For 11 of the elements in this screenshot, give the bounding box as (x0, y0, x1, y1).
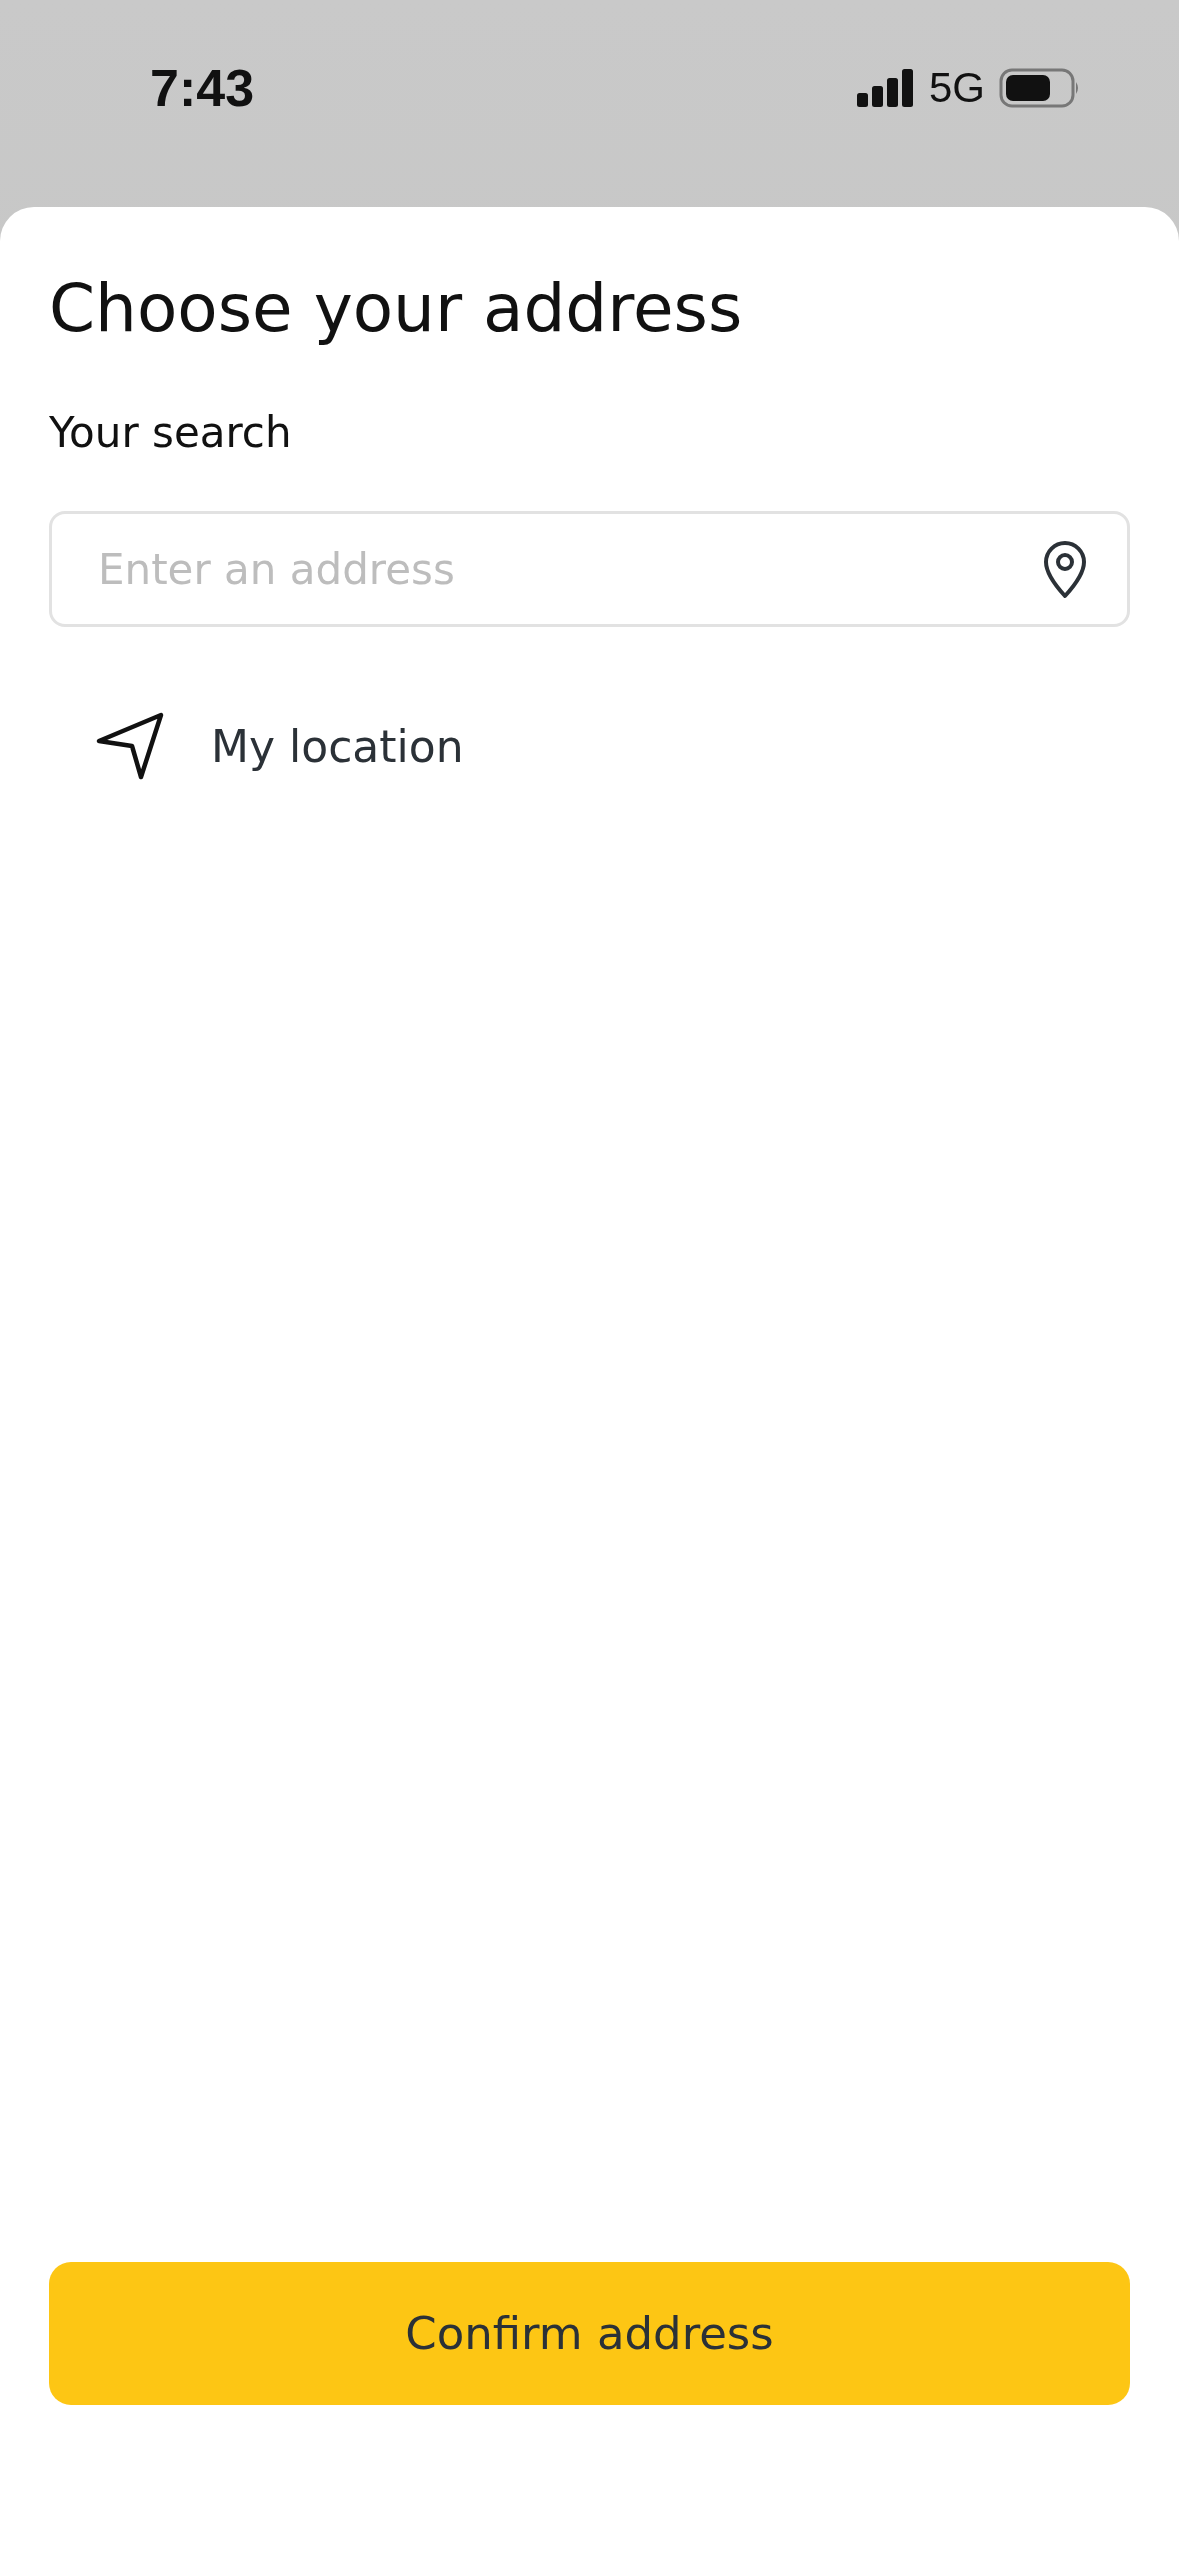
navigation-arrow-icon (95, 711, 165, 781)
sheet-title: Choose your address (49, 269, 743, 349)
location-pin-icon[interactable] (1042, 539, 1088, 599)
battery-icon (999, 68, 1081, 108)
my-location-item[interactable]: My location (49, 711, 464, 781)
network-label: 5G (928, 64, 985, 112)
address-field[interactable]: Enter an address (49, 511, 1130, 627)
signal-icon (856, 69, 915, 107)
status-time: 7:43 (150, 58, 255, 118)
search-label: Your search (49, 407, 292, 459)
confirm-address-button[interactable]: Confirm address (49, 2262, 1130, 2405)
